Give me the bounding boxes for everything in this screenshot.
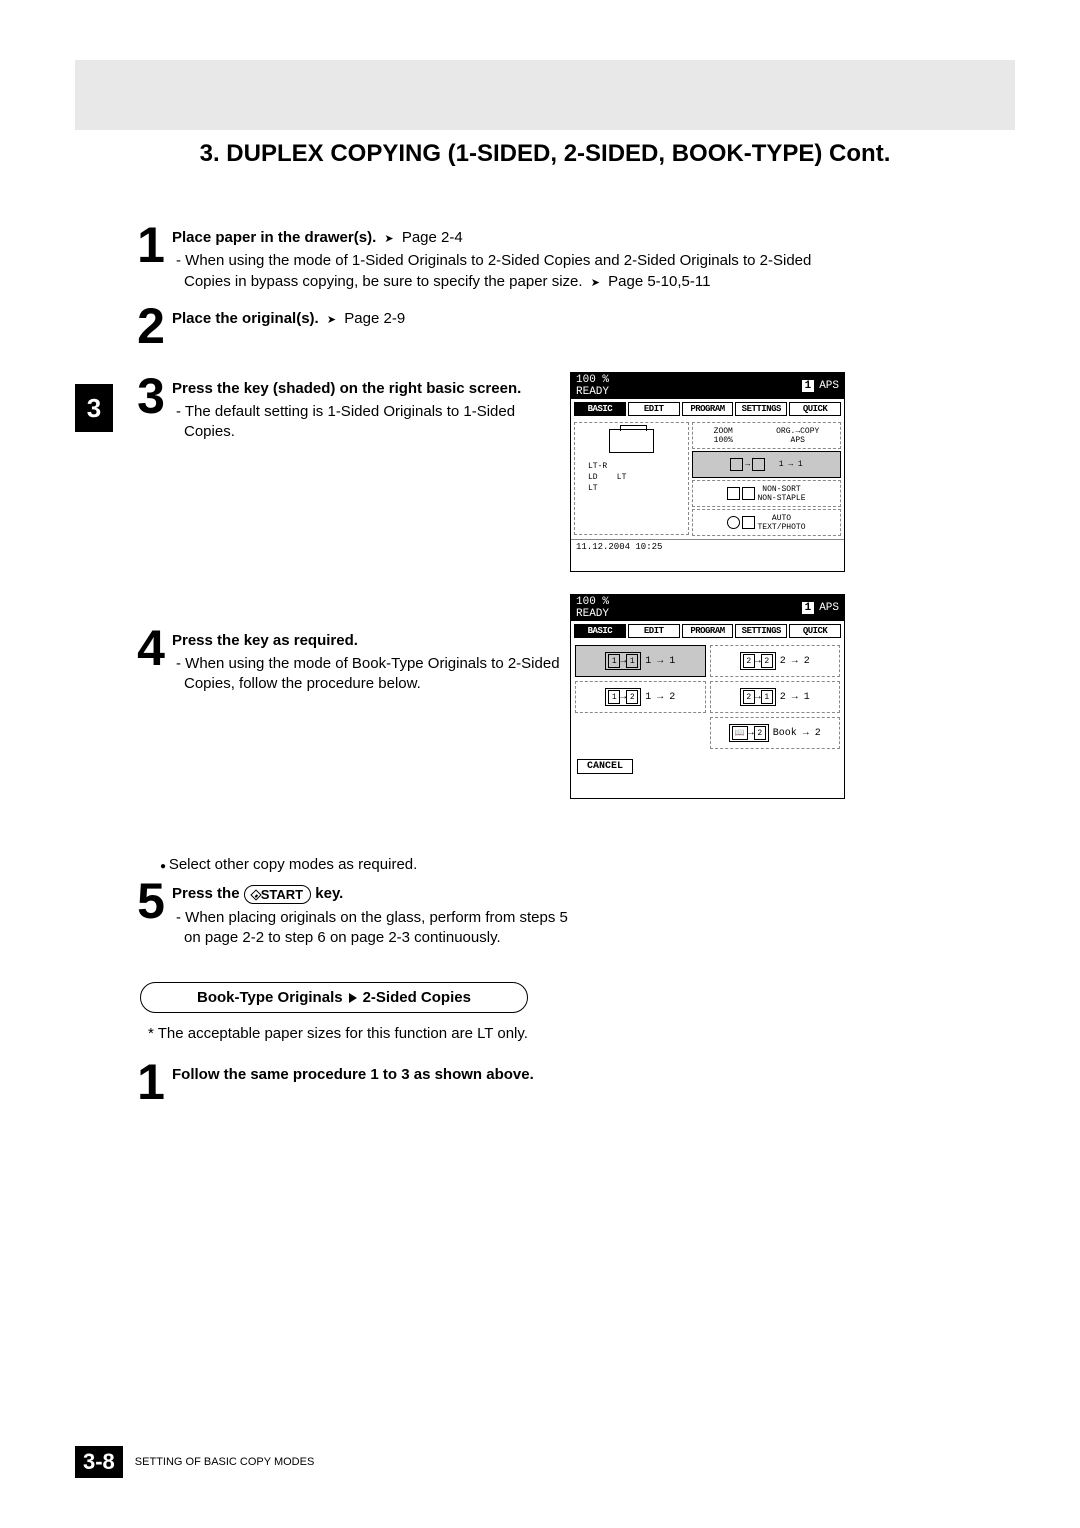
- reference-arrow-icon: [587, 273, 604, 290]
- mode-2-to-1[interactable]: 2→1 2 → 1: [710, 681, 841, 713]
- step-title: Place the original(s).: [172, 310, 319, 327]
- mode-1-to-1[interactable]: 1→1 1 → 1: [575, 645, 706, 677]
- stack-icon: [727, 487, 740, 500]
- section-left: Book-Type Originals: [197, 989, 343, 1006]
- gear-icon: [727, 516, 740, 529]
- step-follow-1: 1 Follow the same procedure 1 to 3 as sh…: [130, 1062, 830, 1102]
- step-body: Follow the same procedure 1 to 3 as show…: [172, 1062, 830, 1085]
- step-1: 1 Place paper in the drawer(s). Page 2-4…: [130, 225, 830, 292]
- page-icon: [752, 458, 765, 471]
- step-body: Place paper in the drawer(s). Page 2-4 -…: [172, 225, 830, 292]
- ready-status: READY: [576, 386, 609, 398]
- step-title: Press the key as required.: [172, 632, 358, 649]
- section-right: 2-Sided Copies: [363, 989, 471, 1006]
- mode-1-to-2[interactable]: 1→2 1 → 2: [575, 681, 706, 713]
- tab-basic[interactable]: BASIC: [574, 402, 626, 416]
- triangle-icon: [349, 993, 357, 1003]
- copy-count: 1: [802, 602, 815, 614]
- step-2: 2 Place the original(s). Page 2-9: [130, 306, 830, 346]
- ready-status: READY: [576, 608, 609, 620]
- tab-quick[interactable]: QUICK: [789, 624, 841, 638]
- screen-buttons: ZOOM100% ORG.→COPYAPS → 1 → 1 NON-SORT N…: [692, 422, 841, 536]
- start-key-icon: START: [244, 885, 311, 905]
- zoom-button[interactable]: ZOOM100% ORG.→COPYAPS: [692, 422, 841, 449]
- step-body: Place the original(s). Page 2-9: [172, 306, 830, 329]
- step-5: 5 Press the START key. - When placing or…: [130, 881, 570, 948]
- tab-settings[interactable]: SETTINGS: [735, 402, 787, 416]
- screen-footer: 11.12.2004 10:25: [571, 539, 844, 554]
- screen-header: 100 % READY 1 APS: [571, 595, 844, 621]
- page-ref: Page 2-9: [344, 310, 405, 327]
- screen-main: LT-R LD LT LT ZOOM100% ORG.→COPYAPS → 1 …: [571, 419, 844, 539]
- page-footer: 3-8 SETTING OF BASIC COPY MODES: [75, 1446, 314, 1478]
- aps-label: APS: [819, 602, 839, 614]
- screen-tabs: BASIC EDIT PROGRAM SETTINGS QUICK: [571, 621, 844, 641]
- step-title: Place paper in the drawer(s).: [172, 229, 376, 246]
- screen-header: 100 % READY 1 APS: [571, 373, 844, 399]
- zoom-percent: 100 %: [576, 374, 609, 386]
- footer-label: SETTING OF BASIC COPY MODES: [135, 1456, 315, 1468]
- step-number: 5: [130, 881, 172, 921]
- step-title-a: Press the: [172, 885, 244, 902]
- duplex-mode-screen-figure: 100 % READY 1 APS BASIC EDIT PROGRAM SET…: [570, 594, 845, 799]
- tab-edit[interactable]: EDIT: [628, 624, 680, 638]
- step-body: Press the key (shaded) on the right basi…: [172, 376, 570, 443]
- cancel-button[interactable]: CANCEL: [577, 759, 633, 774]
- step-number: 1: [130, 1062, 172, 1102]
- mode-book-to-2[interactable]: 📖→2 Book → 2: [710, 717, 841, 749]
- step-body: Press the key as required. - When using …: [172, 628, 570, 695]
- tab-quick[interactable]: QUICK: [789, 402, 841, 416]
- step-number: 1: [130, 225, 172, 265]
- step-number: 4: [130, 628, 172, 668]
- step-number: 3: [130, 376, 172, 416]
- copy-count: 1: [802, 380, 815, 392]
- doc-icon: [742, 516, 755, 529]
- zoom-percent: 100 %: [576, 596, 609, 608]
- tab-edit[interactable]: EDIT: [628, 402, 680, 416]
- basic-screen-figure: 100 % READY 1 APS BASIC EDIT PROGRAM SET…: [570, 372, 845, 572]
- step-3: 3 Press the key (shaded) on the right ba…: [130, 376, 570, 443]
- step-note: - When using the mode of 1-Sided Origina…: [176, 252, 811, 289]
- stack-icon: [742, 487, 755, 500]
- reference-arrow-icon: [323, 310, 340, 327]
- sort-button[interactable]: NON-SORT NON-STAPLE: [692, 480, 841, 507]
- chapter-tab: 3: [75, 384, 113, 432]
- mode-selection-grid: 1→1 1 → 1 2→2 2 → 2 1→2 1 → 2 2→1 2 → 1 …: [571, 641, 844, 753]
- step-title-c: key.: [311, 885, 343, 902]
- step-note: - The default setting is 1-Sided Origina…: [172, 402, 570, 443]
- acceptable-paper-note: * The acceptable paper sizes for this fu…: [148, 1025, 830, 1042]
- screen-tabs: BASIC EDIT PROGRAM SETTINGS QUICK: [571, 399, 844, 419]
- reference-arrow-icon: [380, 229, 397, 246]
- step-title: Press the key (shaded) on the right basi…: [172, 380, 521, 397]
- bullet-note: Select other copy modes as required.: [160, 856, 830, 873]
- page-number: 3-8: [75, 1446, 123, 1478]
- tab-program[interactable]: PROGRAM: [682, 402, 734, 416]
- page-ref: Page 2-4: [402, 229, 463, 246]
- machine-diagram: LT-R LD LT LT: [574, 422, 689, 535]
- section-header: Book-Type Originals 2-Sided Copies: [140, 982, 528, 1013]
- page-ref-2: Page 5-10,5-11: [608, 273, 710, 290]
- duplex-mode-button[interactable]: → 1 → 1: [692, 451, 841, 478]
- step-4: 4 Press the key as required. - When usin…: [130, 628, 570, 695]
- auto-mode-button[interactable]: AUTO TEXT/PHOTO: [692, 509, 841, 536]
- step-note: - When placing originals on the glass, p…: [172, 908, 570, 949]
- mode-2-to-2[interactable]: 2→2 2 → 2: [710, 645, 841, 677]
- aps-label: APS: [819, 380, 839, 392]
- step-number: 2: [130, 306, 172, 346]
- page-title: 3. DUPLEX COPYING (1-SIDED, 2-SIDED, BOO…: [75, 140, 1015, 168]
- page-icon: [730, 458, 743, 471]
- timestamp: 11.12.2004 10:25: [576, 542, 662, 552]
- step-note: - When using the mode of Book-Type Origi…: [172, 654, 570, 695]
- paper-sizes: LT-R LD LT LT: [578, 461, 685, 495]
- step-title: Follow the same procedure 1 to 3 as show…: [172, 1066, 534, 1083]
- tab-settings[interactable]: SETTINGS: [735, 624, 787, 638]
- tab-basic[interactable]: BASIC: [574, 624, 626, 638]
- step-body: Press the START key. - When placing orig…: [172, 881, 570, 948]
- top-banner: [75, 60, 1015, 130]
- tab-program[interactable]: PROGRAM: [682, 624, 734, 638]
